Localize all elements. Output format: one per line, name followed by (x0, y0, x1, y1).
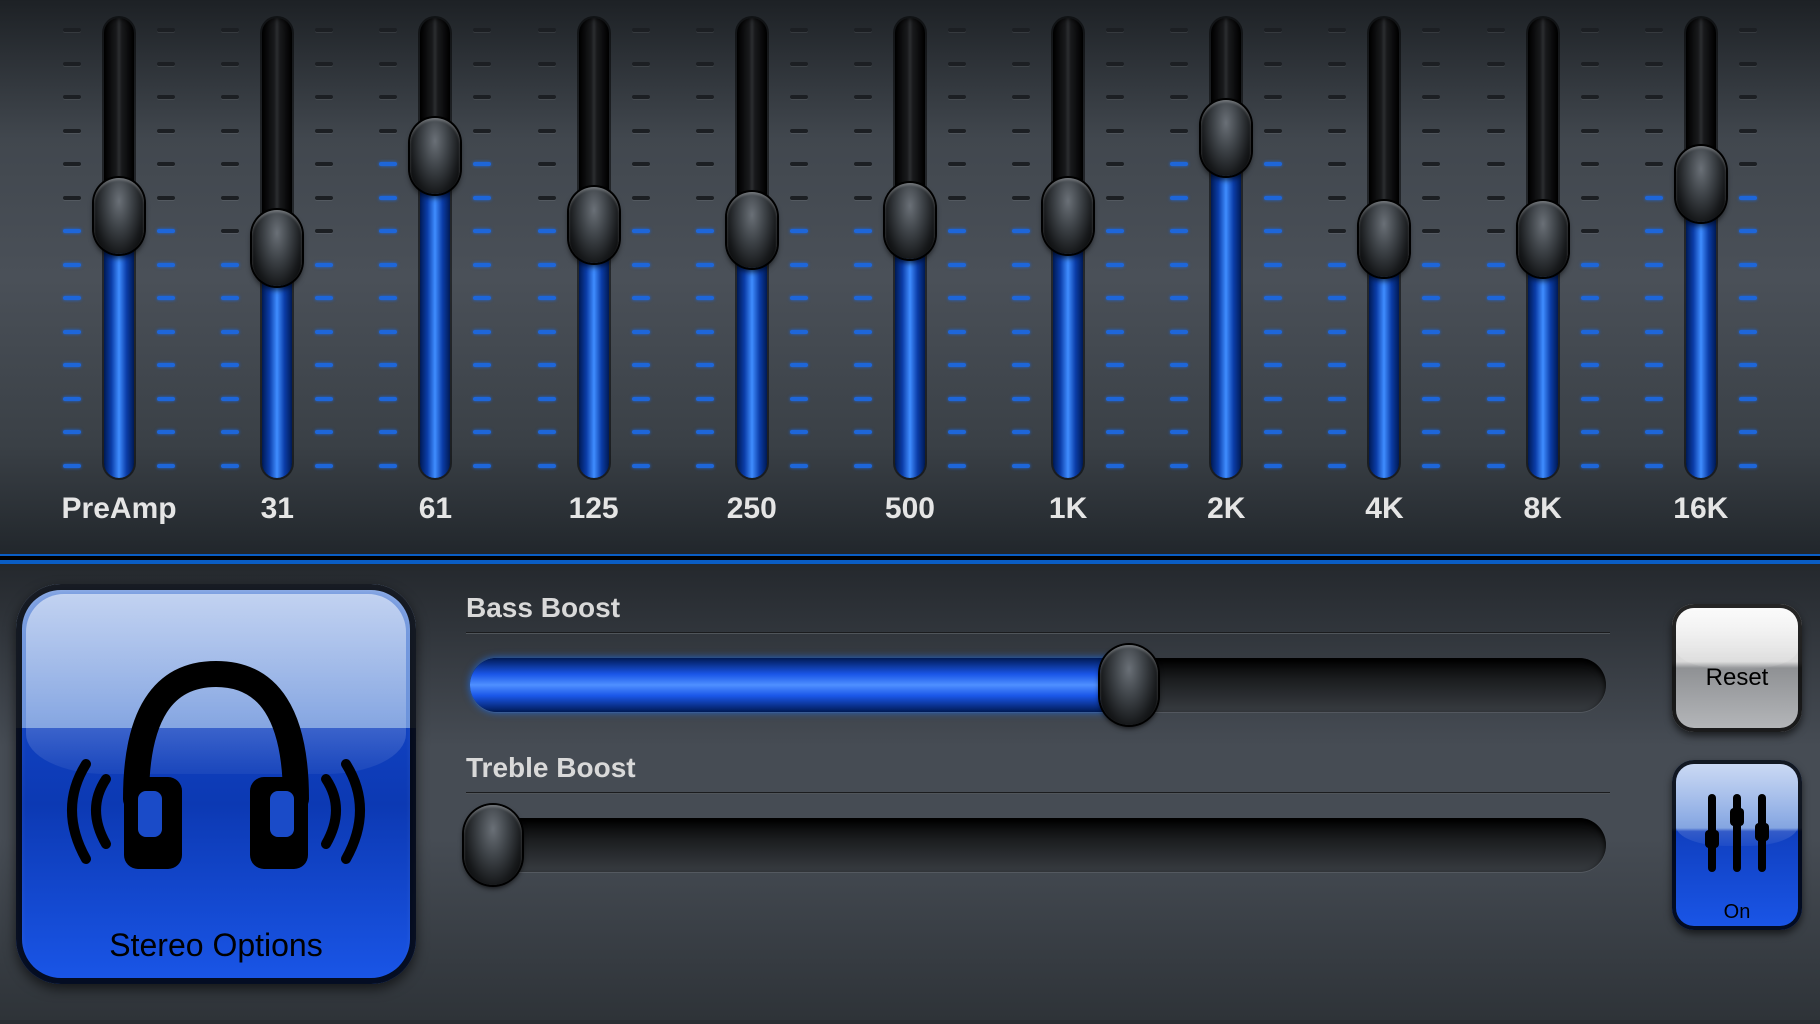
eq-channel-8k: 8K (1473, 0, 1613, 556)
eq-label-31: 31 (261, 492, 294, 526)
eq-label-125: 125 (569, 492, 619, 526)
eq-slider-4k[interactable] (1324, 8, 1444, 488)
bass-boost-slider[interactable] (470, 658, 1606, 712)
eq-channel-16k: 16K (1631, 0, 1771, 556)
eq-channel-250: 250 (682, 0, 822, 556)
treble-boost-label: Treble Boost (466, 752, 1610, 784)
eq-thumb-500[interactable] (885, 183, 935, 259)
equalizer-panel: PreAmp 31 61 125 250 500 1K 2K 4K 8K 16K (0, 0, 1820, 560)
eq-slider-preamp[interactable] (59, 8, 179, 488)
eq-slider-250[interactable] (692, 8, 812, 488)
eq-channel-31: 31 (207, 0, 347, 556)
eq-channel-125: 125 (524, 0, 664, 556)
eq-thumb-2k[interactable] (1201, 100, 1251, 176)
eq-channel-preamp: PreAmp (49, 0, 189, 556)
eq-thumb-125[interactable] (569, 187, 619, 263)
eq-thumb-250[interactable] (727, 192, 777, 268)
eq-thumb-8k[interactable] (1518, 201, 1568, 277)
eq-label-1k: 1K (1049, 492, 1087, 526)
reset-button[interactable]: Reset (1672, 604, 1802, 732)
eq-slider-125[interactable] (534, 8, 654, 488)
eq-thumb-61[interactable] (410, 118, 460, 194)
eq-label-61: 61 (419, 492, 452, 526)
on-label: On (1724, 901, 1751, 924)
eq-thumb-4k[interactable] (1359, 201, 1409, 277)
eq-slider-2k[interactable] (1166, 8, 1286, 488)
headphones-icon (56, 639, 376, 889)
eq-channel-500: 500 (840, 0, 980, 556)
eq-slider-16k[interactable] (1641, 8, 1761, 488)
bass-boost-label: Bass Boost (466, 592, 1610, 624)
boost-sliders-area: Bass Boost Treble Boost (416, 564, 1660, 1020)
eq-channel-1k: 1K (998, 0, 1138, 556)
bass-boost-thumb[interactable] (1100, 645, 1158, 725)
eq-slider-31[interactable] (217, 8, 337, 488)
eq-thumb-1k[interactable] (1043, 178, 1093, 254)
eq-channel-4k: 4K (1314, 0, 1454, 556)
eq-thumb-31[interactable] (252, 210, 302, 286)
eq-label-16k: 16K (1673, 492, 1728, 526)
eq-slider-61[interactable] (375, 8, 495, 488)
treble-boost-thumb[interactable] (464, 805, 522, 885)
eq-label-4k: 4K (1365, 492, 1403, 526)
eq-label-250: 250 (727, 492, 777, 526)
eq-slider-8k[interactable] (1483, 8, 1603, 488)
reset-label: Reset (1706, 664, 1769, 692)
eq-thumb-16k[interactable] (1676, 146, 1726, 222)
eq-channel-61: 61 (365, 0, 505, 556)
eq-slider-500[interactable] (850, 8, 970, 488)
eq-label-500: 500 (885, 492, 935, 526)
stereo-options-button[interactable]: Stereo Options (16, 584, 416, 984)
right-buttons-column: Reset On (1660, 564, 1820, 1020)
treble-boost-slider[interactable] (470, 818, 1606, 872)
eq-thumb-preamp[interactable] (94, 178, 144, 254)
eq-label-2k: 2K (1207, 492, 1245, 526)
bottom-panel: Stereo Options Bass Boost Treble Boost R… (0, 560, 1820, 1020)
eq-label-preamp: PreAmp (62, 492, 177, 526)
eq-label-8k: 8K (1523, 492, 1561, 526)
stereo-options-label: Stereo Options (109, 927, 322, 964)
eq-slider-1k[interactable] (1008, 8, 1128, 488)
eq-channel-2k: 2K (1156, 0, 1296, 556)
equalizer-icon (1697, 788, 1777, 878)
eq-on-button[interactable]: On (1672, 760, 1802, 930)
